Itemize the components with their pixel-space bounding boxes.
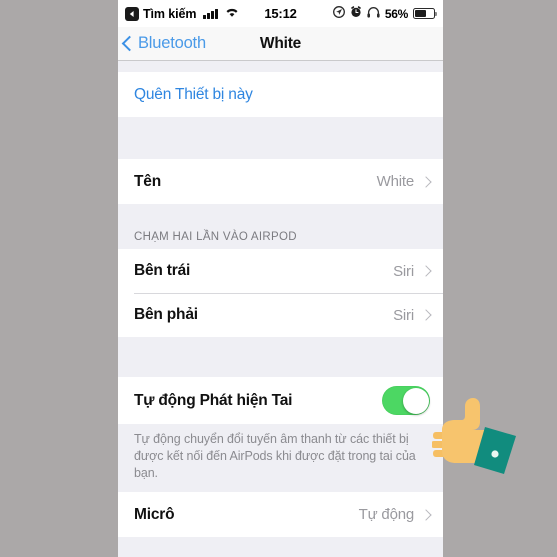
left-airpod-label: Bên trái bbox=[134, 262, 191, 279]
headphones-icon bbox=[367, 6, 380, 21]
battery-icon bbox=[413, 8, 438, 19]
name-row[interactable]: Tên White bbox=[118, 159, 443, 204]
microphone-row-right: Tự động bbox=[358, 506, 432, 523]
forget-device-row[interactable]: Quên Thiết bị này bbox=[118, 72, 443, 117]
left-airpod-row-right: Siri bbox=[393, 262, 432, 280]
back-arrow-icon[interactable] bbox=[125, 6, 139, 21]
screenshot-backdrop: Tìm kiếm 15:12 56% Bluetooth White Quên … bbox=[0, 0, 557, 557]
chevron-right-icon bbox=[420, 265, 432, 277]
battery-percent-label: 56% bbox=[384, 6, 408, 21]
ear-detection-footnote-area: Tự động chuyển đổi tuyến âm thanh từ các… bbox=[118, 424, 443, 492]
name-row-right: White bbox=[376, 173, 432, 190]
microphone-label: Micrô bbox=[134, 505, 175, 523]
chevron-right-icon bbox=[420, 309, 432, 321]
wifi-icon bbox=[225, 7, 239, 21]
pointing-hand-cursor-icon bbox=[431, 396, 532, 476]
back-to-bluetooth-button[interactable]: Bluetooth bbox=[118, 34, 206, 53]
forget-device-label: Quên Thiết bị này bbox=[134, 85, 253, 103]
name-value: White bbox=[376, 173, 415, 190]
status-bar-back-app-label[interactable]: Tìm kiếm bbox=[143, 7, 196, 21]
alarm-clock-icon bbox=[350, 6, 362, 21]
double-tap-section-header: CHẠM HAI LẦN VÀO AIRPOD bbox=[134, 231, 297, 243]
ear-detection-group: Tự động Phát hiện Tai bbox=[118, 377, 443, 424]
toggle-knob bbox=[402, 387, 429, 414]
spacer bbox=[118, 337, 443, 377]
left-airpod-value: Siri bbox=[393, 262, 414, 280]
double-tap-group: Bên trái Siri Bên phải Siri bbox=[118, 249, 443, 337]
right-airpod-label: Bên phải bbox=[134, 306, 198, 323]
ear-detection-footnote: Tự động chuyển đổi tuyến âm thanh từ các… bbox=[134, 432, 416, 480]
status-bar: Tìm kiếm 15:12 56% bbox=[118, 0, 443, 27]
double-tap-section-header-area: CHẠM HAI LẦN VÀO AIRPOD bbox=[118, 204, 443, 249]
ear-detection-label: Tự động Phát hiện Tai bbox=[134, 391, 293, 409]
phone-screen: Tìm kiếm 15:12 56% Bluetooth White Quên … bbox=[118, 0, 443, 557]
right-airpod-row[interactable]: Bên phải Siri bbox=[118, 293, 443, 337]
microphone-group: Micrô Tự động bbox=[118, 492, 443, 537]
ear-detection-toggle[interactable] bbox=[382, 386, 430, 415]
microphone-row[interactable]: Micrô Tự động bbox=[118, 492, 443, 537]
navigation-bar: Bluetooth White bbox=[118, 27, 443, 61]
right-airpod-value: Siri bbox=[393, 306, 414, 324]
spacer bbox=[118, 61, 443, 72]
name-label: Tên bbox=[134, 172, 161, 190]
forget-device-group: Quên Thiết bị này bbox=[118, 72, 443, 117]
microphone-value: Tự động bbox=[358, 506, 415, 523]
right-airpod-row-right: Siri bbox=[393, 306, 432, 324]
chevron-right-icon bbox=[420, 175, 432, 188]
chevron-right-icon bbox=[420, 508, 432, 521]
cellular-signal-icon bbox=[203, 8, 218, 19]
chevron-left-icon bbox=[121, 35, 138, 51]
ear-detection-row-right bbox=[382, 386, 430, 415]
status-bar-right: 56% bbox=[332, 6, 438, 21]
back-button-label: Bluetooth bbox=[138, 34, 206, 52]
left-airpod-row[interactable]: Bên trái Siri bbox=[118, 249, 443, 293]
spacer bbox=[118, 117, 443, 159]
ear-detection-row[interactable]: Tự động Phát hiện Tai bbox=[118, 377, 443, 424]
status-bar-left: Tìm kiếm bbox=[125, 6, 239, 21]
location-arrow-icon bbox=[332, 6, 345, 21]
name-group: Tên White bbox=[118, 159, 443, 204]
